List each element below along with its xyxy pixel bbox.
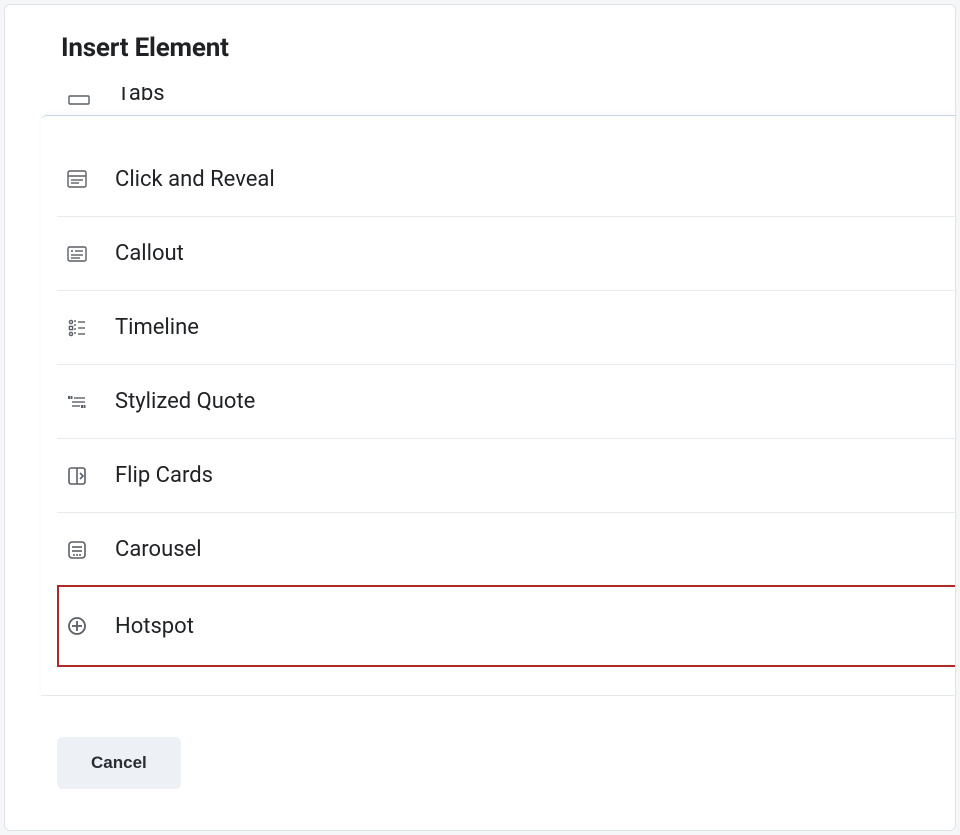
list-item-timeline[interactable]: Timeline [57,290,955,364]
list-item-label: Callout [115,241,184,266]
cancel-button[interactable]: Cancel [57,737,181,789]
list-item-click-reveal[interactable]: Click and Reveal [57,142,955,216]
flip-cards-icon [65,464,89,488]
timeline-icon [65,316,89,340]
element-list-panel: Click and Reveal Callout [41,115,955,696]
list-item-stylized-quote[interactable]: Stylized Quote [57,364,955,438]
click-reveal-icon [65,167,89,191]
list-item-hotspot[interactable]: Hotspot [57,585,955,667]
list-item-label: Flip Cards [115,463,213,488]
list-item-label: Timeline [115,315,199,340]
list-item-label: Click and Reveal [115,167,275,192]
modal-footer: Cancel [5,696,955,830]
insert-element-modal: Insert Element Tabs Click and Rev [4,4,956,831]
list-item-label: Hotspot [115,614,194,639]
list-item-carousel[interactable]: Carousel [57,512,955,586]
list-item-flip-cards[interactable]: Flip Cards [57,438,955,512]
list-item-label: Carousel [115,537,202,562]
hotspot-icon [65,614,89,638]
modal-title: Insert Element [61,33,899,63]
carousel-icon [65,538,89,562]
callout-icon [65,242,89,266]
modal-header: Insert Element [5,5,955,87]
list-item-label: Stylized Quote [115,389,255,414]
list-item-tabs[interactable]: Tabs [59,81,955,151]
element-list: Click and Reveal Callout [57,142,955,695]
quote-icon [65,390,89,414]
list-item-callout[interactable]: Callout [57,216,955,290]
